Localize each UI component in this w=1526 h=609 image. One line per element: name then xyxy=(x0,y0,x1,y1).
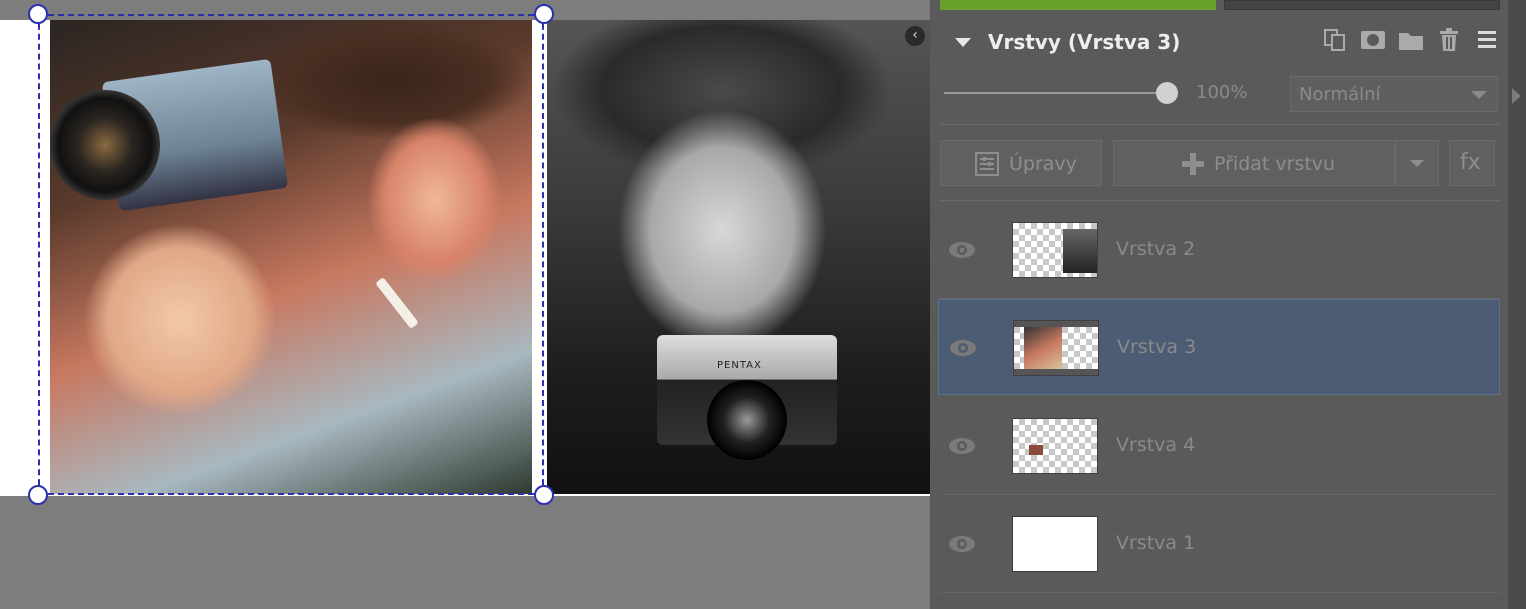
divider xyxy=(940,200,1500,201)
add-layer-label: Přidat vrstvu xyxy=(1214,153,1336,175)
panel-title: Vrstvy (Vrstva 3) xyxy=(988,30,1181,54)
opacity-slider-knob[interactable] xyxy=(1156,82,1178,104)
effects-button[interactable]: fx xyxy=(1449,140,1495,186)
adjustments-label: Úpravy xyxy=(1009,153,1077,175)
layer-name: Vrstva 4 xyxy=(1116,434,1196,456)
selection-box[interactable] xyxy=(38,14,544,495)
divider xyxy=(940,494,1500,495)
layer-row-vrstva-3[interactable]: Vrstva 3 xyxy=(938,299,1500,395)
chevron-down-icon xyxy=(1410,160,1424,167)
plus-icon xyxy=(1182,153,1204,175)
layer-thumbnail xyxy=(1012,222,1098,278)
duplicate-icon[interactable] xyxy=(1322,28,1348,52)
adjustments-icon xyxy=(975,152,999,176)
secondary-action-button[interactable] xyxy=(1224,0,1500,10)
resize-handle-bottom-left[interactable] xyxy=(28,485,48,505)
resize-handle-top-left[interactable] xyxy=(28,4,48,24)
layer-row-vrstva-2[interactable]: Vrstva 2 xyxy=(938,202,1500,298)
primary-action-button[interactable] xyxy=(940,0,1216,10)
opacity-slider-track[interactable] xyxy=(944,92,1168,94)
eye-icon[interactable] xyxy=(949,338,977,358)
folder-icon[interactable] xyxy=(1398,28,1424,52)
divider xyxy=(940,124,1500,125)
collapse-triangle-icon[interactable] xyxy=(955,38,971,47)
chevron-down-icon xyxy=(1471,91,1487,99)
layer-2-photo[interactable]: PENTAX xyxy=(547,20,930,494)
thumbnail-image xyxy=(1063,229,1097,273)
layer-name: Vrstva 3 xyxy=(1117,336,1197,358)
thumbnail-image xyxy=(1029,445,1043,455)
eye-icon[interactable] xyxy=(948,436,976,456)
blend-mode-value: Normální xyxy=(1299,84,1381,105)
thumbnail-band xyxy=(1014,369,1098,375)
bw-camera-lens xyxy=(707,380,787,460)
blend-mode-select[interactable]: Normální xyxy=(1290,76,1498,112)
layer-name: Vrstva 2 xyxy=(1116,238,1196,260)
mask-icon[interactable] xyxy=(1360,28,1386,52)
layer-name: Vrstva 1 xyxy=(1116,532,1196,554)
opacity-value: 100% xyxy=(1196,82,1248,103)
layer-thumbnail xyxy=(1012,418,1098,474)
resize-handle-bottom-right[interactable] xyxy=(534,485,554,505)
divider xyxy=(940,592,1500,593)
layer-thumbnail xyxy=(1013,320,1099,376)
thumbnail-image xyxy=(1024,327,1062,371)
canvas-area[interactable]: PENTAX ‹ xyxy=(0,0,930,609)
fx-label: fx xyxy=(1460,150,1481,175)
add-layer-button[interactable]: Přidat vrstvu xyxy=(1113,140,1395,186)
add-layer-dropdown[interactable] xyxy=(1395,140,1439,186)
collapse-panel-button[interactable]: ‹ xyxy=(905,26,925,46)
layer-row-vrstva-4[interactable]: Vrstva 4 xyxy=(938,398,1500,494)
resize-handle-top-right[interactable] xyxy=(534,4,554,24)
menu-icon[interactable] xyxy=(1474,28,1500,52)
eye-icon[interactable] xyxy=(948,240,976,260)
trash-icon[interactable] xyxy=(1436,28,1462,52)
camera-brand-label: PENTAX xyxy=(717,360,762,371)
layer-row-vrstva-1[interactable]: Vrstva 1 xyxy=(938,496,1500,592)
adjustments-button[interactable]: Úpravy xyxy=(940,140,1102,186)
layer-thumbnail xyxy=(1012,516,1098,572)
eye-icon[interactable] xyxy=(948,534,976,554)
expand-arrow-icon[interactable] xyxy=(1512,88,1521,104)
